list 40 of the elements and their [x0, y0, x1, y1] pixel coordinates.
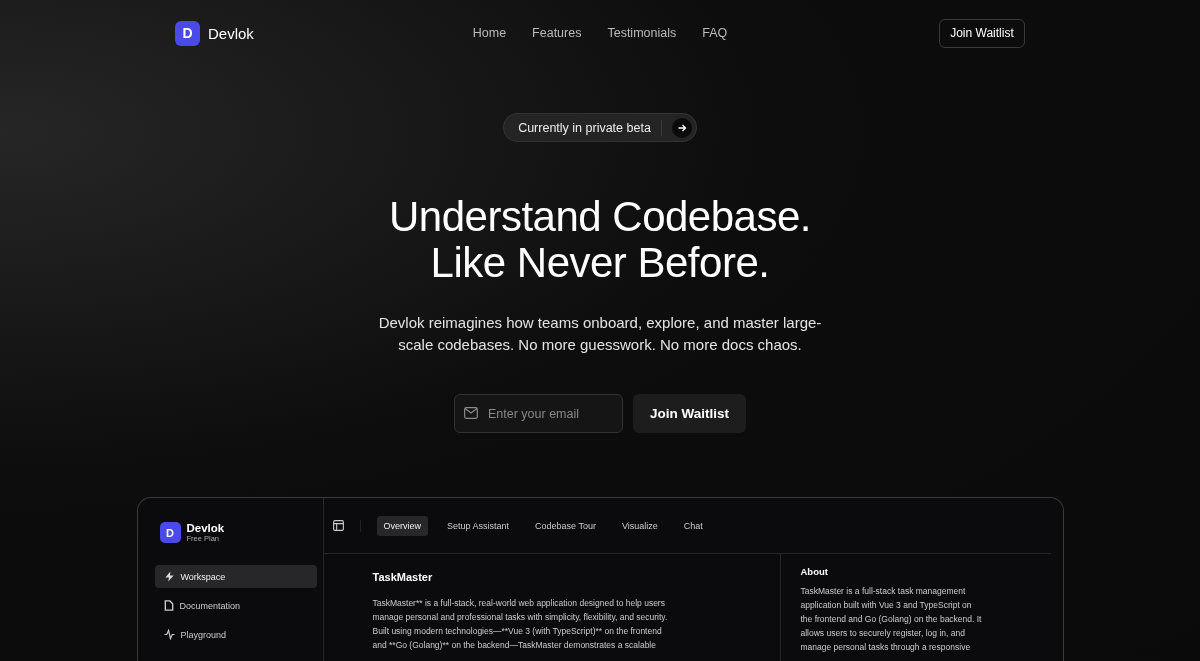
lightning-icon [163, 571, 175, 582]
sidebar-item[interactable]: Documentation [154, 594, 317, 617]
beta-badge[interactable]: Currently in private beta [503, 113, 697, 142]
about-text: allows users to securely register, log in, and [800, 627, 965, 640]
about-heading: About [800, 566, 829, 577]
hero-description: Devlok reimagines how teams onboard, explore, and master large-scale codebases. No more guesswork. No more docs chaos. [377, 313, 823, 355]
project-description: and **Go (Golang)** on the backend—TaskMaster demonstrates a scalable [372, 639, 656, 652]
tab[interactable]: Visualize [614, 515, 665, 536]
sidebar-item[interactable]: Playground [154, 623, 317, 646]
brand-name: Devlok [208, 24, 254, 42]
nav-link[interactable]: Testimonials [607, 26, 677, 40]
hero-heading: Like Never Before. [430, 240, 770, 286]
email-field[interactable]: Enter your email [454, 394, 623, 433]
pulse-icon [163, 629, 175, 640]
nav-link[interactable]: Home [472, 26, 507, 40]
join-waitlist-button[interactable]: Join Waitlist [633, 394, 746, 433]
project-title: TaskMaster [372, 571, 434, 583]
nav-link[interactable]: FAQ [702, 26, 728, 40]
sidebar-item[interactable]: Workspace [154, 565, 317, 588]
tab[interactable]: Setup Assistant [440, 515, 517, 536]
badge-text: Currently in private beta [518, 120, 651, 135]
brand-name: Devlok [186, 522, 225, 534]
project-description: manage personal and professional tasks with simplicity, flexibility, and security. [372, 611, 668, 624]
hero-heading: Understand Codebase. [389, 194, 811, 240]
sidebar-toggle-icon[interactable] [332, 520, 344, 531]
document-icon [163, 600, 174, 611]
arrow-right-icon [671, 117, 692, 138]
logo-icon[interactable]: D [175, 20, 200, 46]
join-waitlist-button[interactable]: Join Waitlist [939, 18, 1025, 48]
project-description: Built using modern technologies—**Vue 3 (with TypeScript)** on the frontend [372, 625, 662, 638]
about-text: TaskMaster is a full-stack task management [800, 585, 966, 598]
project-description: TaskMaster** is a full-stack, real-world web application designed to help users [372, 597, 665, 610]
tab[interactable]: Codebase Tour [528, 515, 603, 536]
nav-link[interactable]: Features [532, 26, 582, 40]
about-text: the frontend and Go (Golang) on the backend. It [800, 613, 982, 626]
tab[interactable]: Overview [376, 515, 428, 536]
logo-icon: D [159, 522, 181, 543]
tab[interactable]: Chat [676, 515, 710, 536]
about-text: manage personal tasks through a responsive [800, 641, 971, 654]
about-text: application built with Vue 3 and TypeScript on [800, 599, 972, 612]
